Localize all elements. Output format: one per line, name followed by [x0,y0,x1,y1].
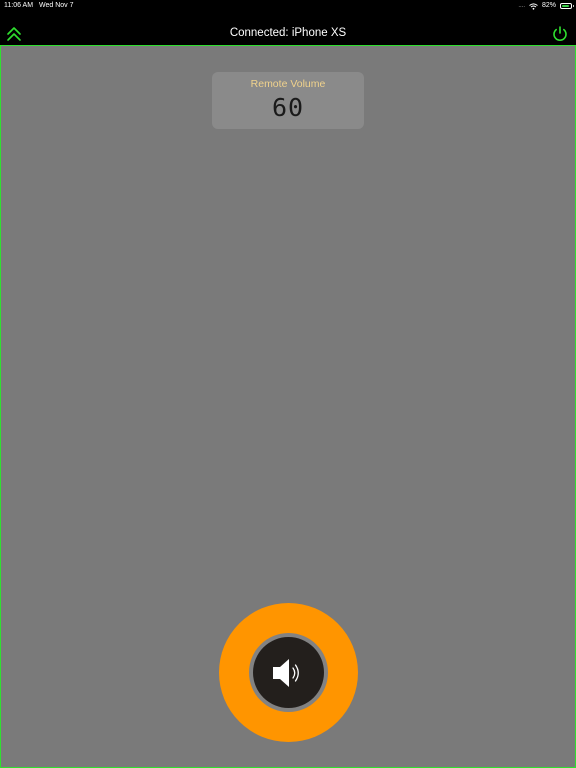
status-right-group: .... 82% [518,0,574,12]
wifi-icon [529,2,538,10]
remote-volume-value: 60 [271,93,305,122]
battery-percent: 82% [541,2,556,9]
battery-level [562,5,569,7]
collapse-button[interactable] [5,25,23,43]
power-icon [553,26,567,41]
main-content: Remote Volume 60 [0,45,576,768]
double-chevron-up-icon [7,27,21,41]
app-root: 11:06 AM Wed Nov 7 .... 82% Connected: i… [0,0,576,768]
speaker-button[interactable] [219,603,358,742]
speaker-button-ring [249,633,328,712]
battery-icon [560,3,574,9]
remote-volume-panel: Remote Volume 60 [212,72,364,129]
speaker-button-center [253,637,324,708]
remote-volume-label: Remote Volume [250,78,326,90]
status-date: Wed Nov 7 [39,2,74,9]
power-button[interactable] [551,25,569,43]
status-time: 11:06 AM [4,2,34,9]
status-bar: 11:06 AM Wed Nov 7 .... 82% [0,0,576,14]
nav-bar: Connected: iPhone XS [0,14,576,45]
speaker-icon [273,659,299,687]
signal-icon: .... [518,3,525,9]
